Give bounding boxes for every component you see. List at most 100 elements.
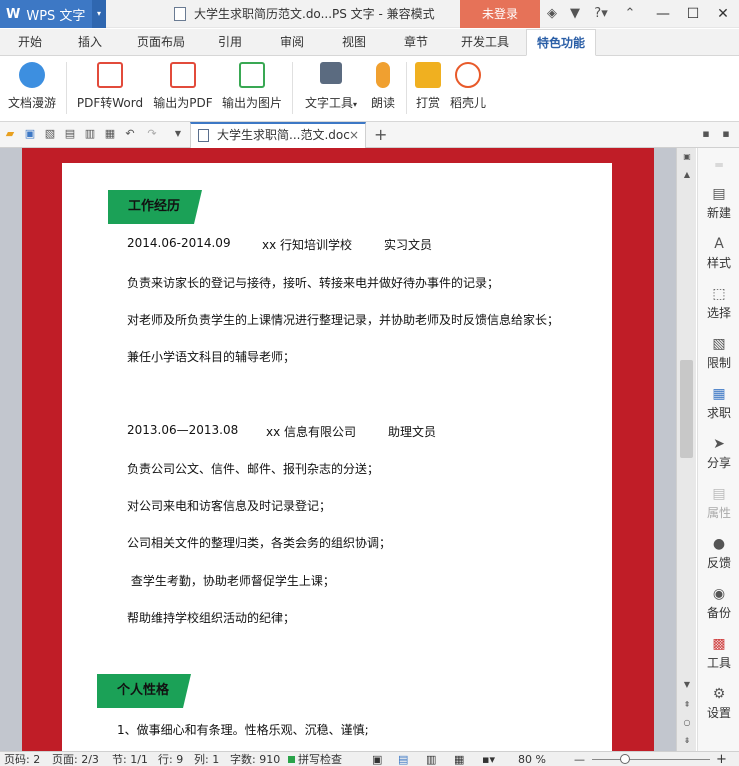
- docer-button[interactable]: 稻壳儿: [448, 62, 488, 111]
- panel-share-label: 分享: [706, 456, 731, 470]
- add-tab-icon[interactable]: +: [374, 122, 387, 148]
- quick-access-dropdown-icon[interactable]: ▼: [172, 128, 184, 140]
- prev-page-icon[interactable]: ⇞: [677, 698, 697, 712]
- print-preview-icon[interactable]: ▥: [84, 128, 96, 140]
- job2-role: 助理文员: [388, 425, 437, 439]
- document-icon: [198, 129, 209, 142]
- minimize-button[interactable]: —: [648, 0, 678, 28]
- panel-collapse-icon[interactable]: ═: [698, 158, 739, 172]
- status-row[interactable]: 行: 9: [158, 752, 183, 766]
- panel-settings-button[interactable]: ⚙ 设置: [698, 686, 739, 721]
- section-title-work-experience: 工作经历: [108, 190, 202, 224]
- text-tools-icon: [320, 62, 342, 84]
- panel-select-button[interactable]: ⬚ 选择: [698, 286, 739, 321]
- status-word-count[interactable]: 字数: 910: [230, 752, 280, 766]
- next-page-icon[interactable]: ⇟: [677, 734, 697, 748]
- export-image-button[interactable]: 输出为图片: [218, 62, 286, 111]
- spell-check-icon[interactable]: ▦: [104, 128, 116, 140]
- focus-view-icon[interactable]: ▣: [372, 752, 382, 766]
- reward-button[interactable]: 打赏: [412, 62, 444, 111]
- doc-roaming-button[interactable]: 文档漫游: [4, 62, 60, 111]
- vertical-scrollbar[interactable]: ▣ ▲ ▼ ⇞ ○ ⇟: [676, 148, 696, 751]
- panel-style-button[interactable]: A 样式: [698, 236, 739, 271]
- print-icon[interactable]: ▤: [64, 128, 76, 140]
- panel-backup-button[interactable]: ◉ 备份: [698, 586, 739, 621]
- open-folder-icon[interactable]: ▰: [4, 128, 16, 140]
- shirt-icon[interactable]: ▼: [566, 0, 584, 28]
- text-tools-button[interactable]: 文字工具▾: [300, 62, 362, 111]
- pdf-to-word-button[interactable]: PDF转Word: [74, 62, 146, 111]
- outline-view-icon[interactable]: ▥: [426, 752, 436, 766]
- scrollbar-thumb[interactable]: [680, 360, 693, 458]
- help-icon[interactable]: ?▾: [590, 0, 612, 28]
- status-section[interactable]: 节: 1/1: [112, 752, 148, 766]
- view-mode-dropdown[interactable]: ▪▾: [482, 752, 495, 766]
- scroll-down-arrow[interactable]: ▼: [677, 678, 697, 692]
- panel-feedback-button[interactable]: ● 反馈: [698, 536, 739, 571]
- split-view-icon[interactable]: ▣: [677, 150, 697, 164]
- job2-date: 2013.06—2013.08: [127, 423, 239, 437]
- undo-icon[interactable]: ↶: [124, 128, 136, 140]
- panel-settings-label: 设置: [706, 706, 731, 720]
- tab-menu-icon[interactable]: ▪: [720, 128, 732, 140]
- status-page-num[interactable]: 页码: 2: [4, 752, 40, 766]
- spell-check-label: 拼写检查: [298, 753, 342, 766]
- job2-duty: 对公司来电和访客信息及时记录登记；: [127, 499, 332, 513]
- page-view-icon[interactable]: ▤: [398, 752, 408, 766]
- zoom-out-button[interactable]: —: [574, 752, 585, 766]
- spell-check-toggle[interactable]: 拼写检查: [288, 752, 342, 766]
- select-browse-object-icon[interactable]: ○: [677, 716, 697, 730]
- tab-page-layout[interactable]: 页面布局: [128, 29, 194, 56]
- panel-job-button[interactable]: ▦ 求职: [698, 386, 739, 421]
- status-pages[interactable]: 页面: 2/3: [52, 752, 99, 766]
- close-tab-icon[interactable]: ×: [349, 124, 359, 147]
- output-icon[interactable]: ▧: [44, 128, 56, 140]
- panel-properties-button[interactable]: ▤ 属性: [698, 486, 739, 521]
- skin-icon[interactable]: ◈: [543, 0, 561, 28]
- tab-list-icon[interactable]: ▪: [700, 128, 712, 140]
- export-pdf-label: 输出为PDF: [153, 96, 213, 110]
- tab-references[interactable]: 引用: [206, 29, 254, 56]
- pdf-to-word-icon: [97, 62, 123, 88]
- reward-label: 打赏: [415, 96, 440, 110]
- export-pdf-button[interactable]: 输出为PDF: [150, 62, 216, 111]
- save-icon[interactable]: ▣: [24, 128, 36, 140]
- job1-duty: 兼任小学语文科目的辅导老师；: [127, 350, 296, 364]
- tab-special-features[interactable]: 特色功能: [526, 29, 596, 56]
- document-page[interactable]: 工作经历 2014.06-2014.09 xx 行知培训学校 实习文员 负责来访…: [62, 163, 612, 751]
- tab-insert[interactable]: 插入: [66, 29, 114, 56]
- job1-duty: 对老师及所负责学生的上课情况进行整理记录，并协助老师及时反馈信息给家长；: [127, 313, 560, 327]
- panel-restrict-button[interactable]: ▧ 限制: [698, 336, 739, 371]
- tab-chapter[interactable]: 章节: [392, 29, 440, 56]
- status-col[interactable]: 列: 1: [194, 752, 219, 766]
- export-image-label: 输出为图片: [221, 96, 282, 110]
- panel-tools-button[interactable]: ▩ 工具: [698, 636, 739, 671]
- panel-select-label: 选择: [706, 306, 731, 320]
- tab-view[interactable]: 视图: [330, 29, 378, 56]
- tab-review[interactable]: 审阅: [268, 29, 316, 56]
- job2-duty: 负责公司公文、信件、邮件、报刊杂志的分送；: [127, 462, 380, 476]
- zoom-slider-track[interactable]: [592, 759, 710, 760]
- zoom-slider-handle[interactable]: [620, 754, 630, 764]
- panel-share-button[interactable]: ➤ 分享: [698, 436, 739, 471]
- restrict-icon: ▧: [712, 336, 726, 352]
- zoom-level[interactable]: 80 %: [518, 752, 546, 766]
- login-button[interactable]: 未登录: [460, 0, 540, 28]
- tab-document[interactable]: 大学生求职简...范文.doc ×: [190, 122, 366, 148]
- scroll-up-arrow[interactable]: ▲: [677, 168, 697, 182]
- collapse-icon[interactable]: ⌃: [620, 0, 640, 28]
- reward-icon: [415, 62, 441, 88]
- panel-new-button[interactable]: ▤ 新建: [698, 186, 739, 221]
- close-button[interactable]: ✕: [708, 0, 738, 28]
- web-view-icon[interactable]: ▦: [454, 752, 464, 766]
- app-dropdown-icon[interactable]: ▾: [92, 0, 106, 28]
- maximize-button[interactable]: ☐: [678, 0, 708, 28]
- backup-icon: ◉: [712, 586, 726, 602]
- tab-developer[interactable]: 开发工具: [452, 29, 518, 56]
- zoom-in-button[interactable]: +: [716, 752, 727, 766]
- app-menu-button[interactable]: W WPS 文字 ▾: [0, 0, 106, 28]
- redo-icon[interactable]: ↷: [146, 128, 158, 140]
- tab-home[interactable]: 开始: [6, 29, 54, 56]
- read-aloud-button[interactable]: 朗读: [366, 62, 400, 111]
- share-icon: ➤: [713, 436, 725, 452]
